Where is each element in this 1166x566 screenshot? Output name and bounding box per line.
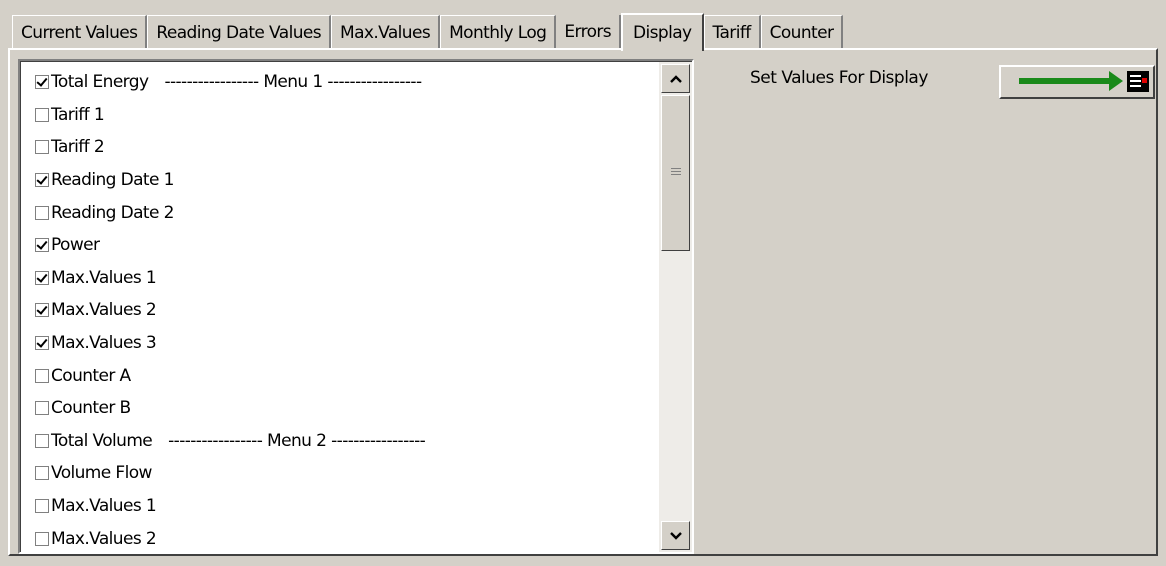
checkbox-unchecked[interactable] bbox=[35, 205, 49, 220]
checkbox-checked[interactable] bbox=[35, 75, 49, 90]
tab-tariff[interactable]: Tariff bbox=[703, 15, 761, 49]
list-item-label: Reading Date 1 bbox=[51, 170, 174, 191]
scroll-down-button[interactable] bbox=[661, 521, 690, 550]
tab-monthly-log[interactable]: Monthly Log bbox=[440, 15, 557, 49]
tab-current-values[interactable]: Current Values bbox=[12, 15, 148, 49]
list-item[interactable]: Max.Values 2 bbox=[21, 294, 657, 327]
tab-display[interactable]: Display bbox=[621, 13, 704, 51]
display-values-listbox[interactable]: Total Energy ----------------- Menu 1 ---… bbox=[18, 59, 694, 554]
set-values-label: Set Values For Display bbox=[750, 68, 928, 88]
checkbox-checked[interactable] bbox=[35, 303, 49, 318]
list-item-label: Max.Values 2 bbox=[51, 300, 157, 321]
checkbox-unchecked[interactable] bbox=[35, 466, 49, 481]
checkbox-unchecked[interactable] bbox=[35, 107, 49, 122]
list-item-label: Total Energy bbox=[51, 72, 149, 93]
list-item[interactable]: Max.Values 3 bbox=[21, 327, 657, 360]
chevron-down-icon bbox=[669, 531, 682, 540]
checkbox-checked[interactable] bbox=[35, 336, 49, 351]
list-item[interactable]: Volume Flow bbox=[21, 457, 657, 490]
list-item-label: Max.Values 2 bbox=[51, 528, 157, 549]
list-item-label: Counter A bbox=[51, 365, 131, 386]
list-item[interactable]: Total Energy ----------------- Menu 1 ---… bbox=[21, 66, 657, 99]
tab-max-values[interactable]: Max.Values bbox=[331, 15, 441, 49]
checkbox-checked[interactable] bbox=[35, 270, 49, 285]
menu-separator-label: ----------------- Menu 2 ---------------… bbox=[168, 430, 426, 451]
checkbox-unchecked[interactable] bbox=[35, 401, 49, 416]
list-item-label: Power bbox=[51, 235, 100, 256]
list-item[interactable]: Max.Values 1 bbox=[21, 262, 657, 295]
list-item[interactable]: Max.Values 2 bbox=[21, 522, 657, 552]
arrow-to-display-icon bbox=[1019, 71, 1149, 92]
checkbox-unchecked[interactable] bbox=[35, 140, 49, 155]
list-item[interactable]: Reading Date 2 bbox=[21, 196, 657, 229]
set-values-button[interactable] bbox=[999, 65, 1155, 99]
list-item[interactable]: Tariff 2 bbox=[21, 131, 657, 164]
menu-separator-label: ----------------- Menu 1 ---------------… bbox=[164, 72, 422, 93]
list-item-label: Max.Values 1 bbox=[51, 496, 157, 517]
list-item[interactable]: Counter A bbox=[21, 359, 657, 392]
tab-bar: Current Values Reading Date Values Max.V… bbox=[12, 11, 844, 51]
checkbox-unchecked[interactable] bbox=[35, 531, 49, 546]
list-item[interactable]: Reading Date 1 bbox=[21, 164, 657, 197]
list-item[interactable]: Max.Values 1 bbox=[21, 490, 657, 523]
list-item-label: Volume Flow bbox=[51, 463, 152, 484]
checkbox-checked[interactable] bbox=[35, 173, 49, 188]
list-item-label: Counter B bbox=[51, 398, 131, 419]
scroll-up-button[interactable] bbox=[661, 64, 690, 93]
tab-reading-date-values[interactable]: Reading Date Values bbox=[147, 15, 331, 49]
tab-counter[interactable]: Counter bbox=[760, 15, 844, 49]
list-item-label: Max.Values 3 bbox=[51, 333, 157, 354]
list-item-label: Tariff 2 bbox=[51, 137, 105, 158]
list-item[interactable]: Power bbox=[21, 229, 657, 262]
list-item-label: Max.Values 1 bbox=[51, 267, 157, 288]
vertical-scrollbar[interactable] bbox=[659, 62, 692, 552]
list-item-label: Reading Date 2 bbox=[51, 202, 174, 223]
checkbox-unchecked[interactable] bbox=[35, 433, 49, 448]
chevron-up-icon bbox=[669, 74, 682, 83]
list-item-label: Total Volume bbox=[51, 430, 153, 451]
checkbox-checked[interactable] bbox=[35, 238, 49, 253]
list-item[interactable]: Counter B bbox=[21, 392, 657, 425]
scroll-thumb[interactable] bbox=[661, 95, 690, 251]
tab-errors[interactable]: Errors bbox=[556, 15, 622, 49]
checkbox-list: Total Energy ----------------- Menu 1 ---… bbox=[21, 62, 657, 552]
checkbox-unchecked[interactable] bbox=[35, 368, 49, 383]
list-item[interactable]: Tariff 1 bbox=[21, 99, 657, 132]
grip-icon bbox=[671, 168, 681, 169]
list-item[interactable]: Total Volume ----------------- Menu 2 ---… bbox=[21, 425, 657, 458]
list-item-label: Tariff 1 bbox=[51, 104, 105, 125]
checkbox-unchecked[interactable] bbox=[35, 499, 49, 514]
